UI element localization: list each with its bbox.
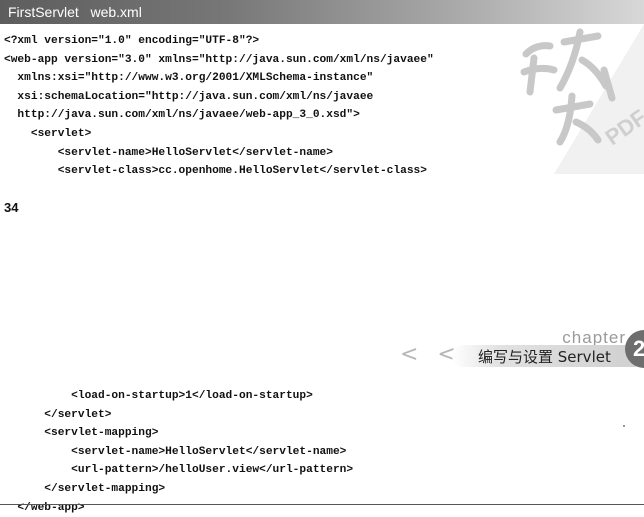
code-line: <load-on-startup>1</load-on-startup> bbox=[4, 390, 313, 402]
code-line: xmlns:xsi="http://www.w3.org/2001/XMLSch… bbox=[4, 72, 374, 85]
code-line: <servlet-mapping> bbox=[4, 427, 159, 440]
listing-title-bar: FirstServlet web.xml bbox=[0, 0, 644, 24]
watermark-logo: PDF bbox=[494, 24, 644, 174]
code-line: xsi:schemaLocation="http://java.sun.com/… bbox=[4, 90, 374, 103]
code-line: http://java.sun.com/xml/ns/javaee/web-ap… bbox=[4, 109, 360, 122]
code-line: </servlet-mapping> bbox=[4, 482, 166, 495]
code-line: <servlet-name>HelloServlet</servlet-name… bbox=[4, 445, 347, 458]
code-line: <servlet-name>HelloServlet</servlet-name… bbox=[4, 146, 333, 159]
code-listing-bottom: <load-on-startup>1</load-on-startup> </s… bbox=[4, 387, 353, 517]
code-line: <servlet-class>cc.openhome.HelloServlet<… bbox=[4, 165, 427, 178]
code-line: <servlet> bbox=[4, 127, 92, 140]
code-line: <url-pattern>/helloUser.view</url-patter… bbox=[4, 464, 354, 477]
page-number: 34 bbox=[4, 200, 19, 215]
speck-dot bbox=[623, 425, 625, 427]
code-line: <web-app version="3.0" xmlns="http://jav… bbox=[4, 53, 434, 66]
code-listing-top: <?xml version="1.0" encoding="UTF-8"?> <w… bbox=[4, 32, 434, 181]
bottom-rule bbox=[0, 504, 644, 505]
code-line: </servlet> bbox=[4, 408, 112, 421]
chapter-title: 编写与设置 Servlet bbox=[478, 348, 611, 366]
code-line: <?xml version="1.0" encoding="UTF-8"?> bbox=[4, 35, 260, 47]
